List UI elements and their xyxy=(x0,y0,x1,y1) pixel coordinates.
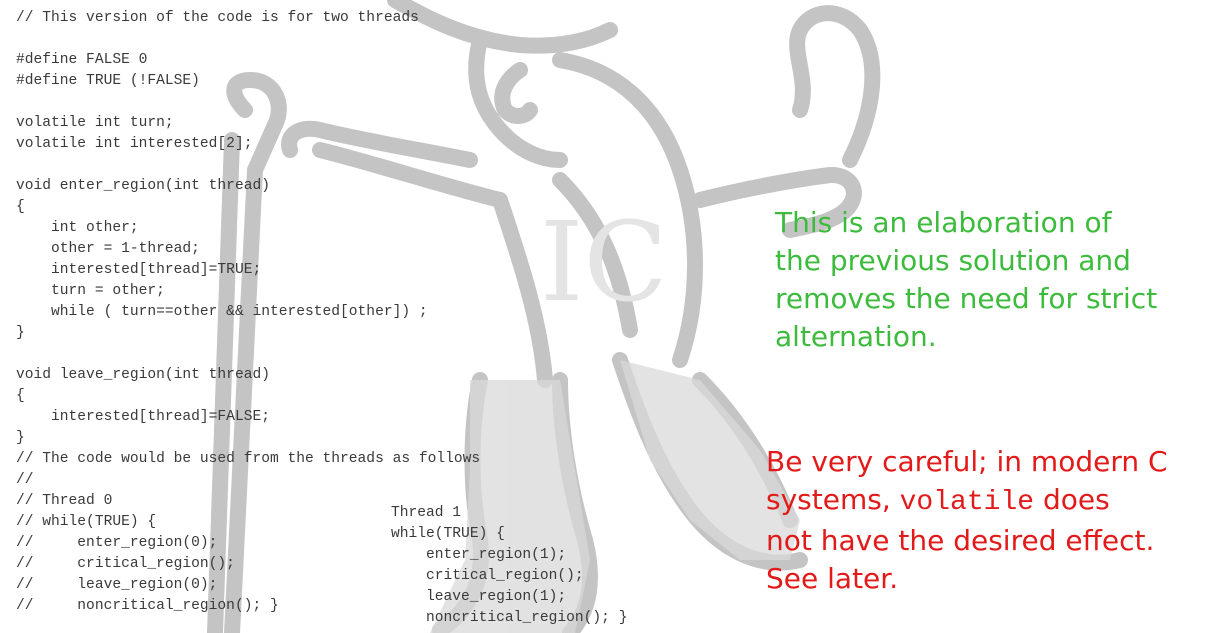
code-line: Thread 1 xyxy=(391,505,462,521)
code-line: leave_region(1); xyxy=(391,589,567,605)
code-line: enter_region(1); xyxy=(391,547,567,563)
code-line: } xyxy=(16,325,25,341)
code-line: void enter_region(int thread) xyxy=(16,178,270,194)
code-line: int other; xyxy=(16,220,139,236)
code-line: { xyxy=(16,388,25,404)
elaboration-note-line: removes the need for strict xyxy=(775,282,1158,315)
code-line: volatile int turn; xyxy=(16,115,174,131)
warning-line: not have the desired effect. xyxy=(766,524,1155,557)
svg-text:IC: IC xyxy=(540,198,668,326)
code-line: #define TRUE (!FALSE) xyxy=(16,73,200,89)
code-line: void leave_region(int thread) xyxy=(16,367,270,383)
thread1-code-listing: Thread 1 while(TRUE) { enter_region(1); c… xyxy=(391,503,627,629)
elaboration-note-line: This is an elaboration of xyxy=(775,206,1112,239)
code-line: interested[thread]=TRUE; xyxy=(16,262,262,278)
code-line: noncritical_region(); } xyxy=(391,610,628,626)
warning-text: does xyxy=(1034,483,1110,516)
code-line: // xyxy=(16,472,34,488)
elaboration-note-line: the previous solution and xyxy=(775,244,1131,277)
warning-line: See later. xyxy=(766,562,899,595)
code-line: while ( turn==other && interested[other]… xyxy=(16,304,428,320)
code-line: { xyxy=(16,199,25,215)
code-line: // The code would be used from the threa… xyxy=(16,451,481,467)
warning-text: systems, xyxy=(766,483,900,516)
code-line: turn = other; xyxy=(16,283,165,299)
code-line: } xyxy=(16,430,25,446)
code-line: other = 1-thread; xyxy=(16,241,200,257)
warning-line: systems, volatile does xyxy=(766,481,1216,522)
elaboration-note-line: alternation. xyxy=(775,320,937,353)
warning-line: Be very careful; in modern C xyxy=(766,445,1168,478)
volatile-keyword: volatile xyxy=(899,487,1035,518)
code-line: interested[thread]=FALSE; xyxy=(16,409,270,425)
code-line: critical_region(); xyxy=(391,568,584,584)
code-line: // This version of the code is for two t… xyxy=(16,10,419,26)
code-line: #define FALSE 0 xyxy=(16,52,148,68)
slide: IC // This version of the code is for tw… xyxy=(0,0,1217,633)
elaboration-note: This is an elaboration of the previous s… xyxy=(775,204,1215,356)
code-line: while(TRUE) { xyxy=(391,526,505,542)
volatile-warning-note: Be very careful; in modern C systems, vo… xyxy=(766,443,1216,598)
code-line: volatile int interested[2]; xyxy=(16,136,253,152)
